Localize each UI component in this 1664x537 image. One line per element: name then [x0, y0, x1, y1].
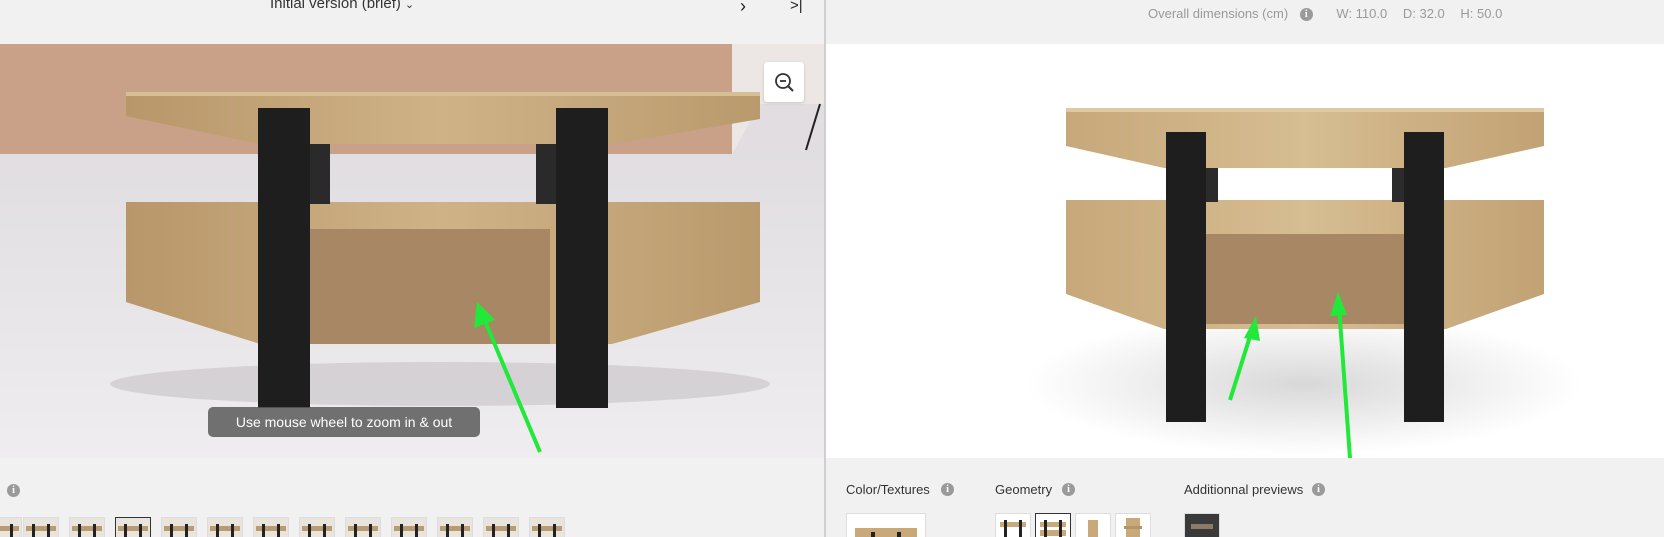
geometry-thumbnail[interactable]: [1115, 513, 1151, 537]
table-render-image: [1026, 108, 1581, 458]
version-label: Initial version (brief): [270, 0, 401, 12]
section-additional-previews: Additionnal previews: [1184, 482, 1304, 497]
preview-thumbnail[interactable]: [1184, 513, 1220, 537]
texture-thumb-image: [855, 528, 917, 537]
zoom-out-icon: [775, 73, 794, 92]
render-panel: Overall dimensions (cm) i W: 110.0 D: 32…: [826, 0, 1664, 537]
zoom-hint-tooltip: Use mouse wheel to zoom in & out: [208, 407, 480, 437]
table-photo-image: [0, 44, 825, 458]
info-icon[interactable]: i: [1312, 483, 1325, 496]
photo-thumbnail[interactable]: [207, 517, 243, 537]
dimensions-label: Overall dimensions (cm): [1148, 6, 1289, 21]
info-icon[interactable]: i: [1299, 8, 1313, 22]
photo-thumbnail[interactable]: [345, 517, 381, 537]
photo-thumbnail[interactable]: [0, 517, 22, 537]
version-dropdown[interactable]: Initial version (brief) ⌄: [270, 0, 414, 12]
photo-thumbnail[interactable]: [391, 517, 427, 537]
geometry-thumbnail[interactable]: [995, 513, 1031, 537]
last-button[interactable]: >|: [790, 0, 803, 14]
height-value: H: 50.0: [1460, 6, 1503, 21]
photo-thumbnail[interactable]: [529, 517, 565, 537]
texture-thumbnail[interactable]: [846, 513, 926, 537]
chevron-right-icon: ›: [740, 0, 746, 16]
photo-thumbnail[interactable]: [483, 517, 519, 537]
section-color-textures: Color/Textures: [846, 482, 930, 497]
chevron-down-icon: ⌄: [404, 0, 415, 11]
photo-thumbnail[interactable]: [253, 517, 289, 537]
info-icon[interactable]: i: [7, 484, 20, 497]
zoom-out-button[interactable]: [764, 62, 804, 102]
photo-thumbnail[interactable]: [437, 517, 473, 537]
photo-thumbnail-selected[interactable]: [115, 517, 151, 537]
photo-thumbnail[interactable]: [299, 517, 335, 537]
skip-to-end-icon: >|: [790, 0, 803, 14]
next-button[interactable]: ›: [740, 0, 746, 17]
photo-thumbnail[interactable]: [23, 517, 59, 537]
left-toolbar: Initial version (brief) ⌄ › >|: [0, 0, 825, 44]
depth-value: D: 32.0: [1402, 6, 1445, 21]
product-render[interactable]: [826, 44, 1664, 458]
info-icon[interactable]: i: [1062, 483, 1075, 496]
info-icon[interactable]: i: [941, 483, 954, 496]
product-photo[interactable]: [0, 44, 825, 458]
photo-panel: Initial version (brief) ⌄ › >| Use mouse…: [0, 0, 825, 537]
section-geometry: Geometry: [995, 482, 1053, 497]
width-value: W: 110.0: [1336, 6, 1388, 21]
zoom-hint-text: Use mouse wheel to zoom in & out: [235, 414, 453, 430]
photo-thumbnail[interactable]: [69, 517, 105, 537]
overall-dimensions: Overall dimensions (cm) i W: 110.0 D: 32…: [1148, 6, 1503, 22]
photo-thumbnail[interactable]: [161, 517, 197, 537]
geometry-thumbnail[interactable]: [1075, 513, 1111, 537]
geometry-thumbnail-selected[interactable]: [1035, 513, 1071, 537]
